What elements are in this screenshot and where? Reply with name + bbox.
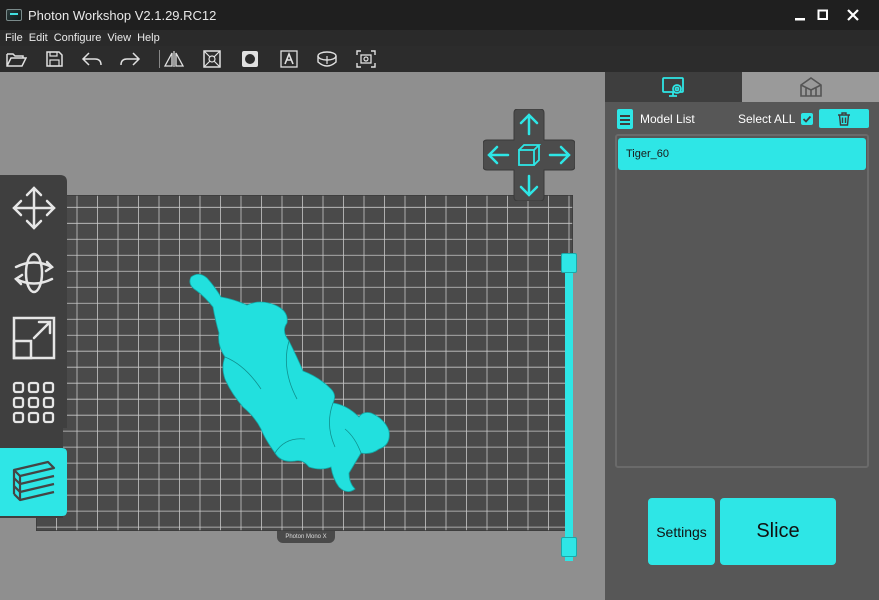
layers-icon[interactable] [5,452,63,512]
toolbar [0,46,879,72]
rotate-icon[interactable] [5,243,63,303]
tab-model-settings[interactable] [605,72,742,102]
menu-help[interactable]: Help [137,32,160,44]
delete-button[interactable] [819,109,869,128]
menu-edit[interactable]: Edit [29,32,48,44]
tiger-model[interactable] [185,269,395,494]
arrow-right-icon[interactable] [547,142,573,168]
view-direction-pad [482,108,576,202]
window-title: Photon Workshop V2.1.29.RC12 [28,7,217,23]
model-list-icon [617,109,633,129]
scale-icon[interactable] [5,308,63,368]
open-folder-icon[interactable] [4,48,28,70]
mirror-icon[interactable] [162,48,186,70]
undo-icon[interactable] [80,48,104,70]
model-list: Tiger_60 [615,134,869,468]
menu-view[interactable]: View [107,32,131,44]
app-icon [6,9,22,21]
maximize-icon[interactable] [812,5,834,25]
tab-supports[interactable] [742,72,879,102]
layer-slider-bottom-handle[interactable] [561,537,577,557]
slice-button[interactable]: Slice [720,498,836,565]
select-all-checkbox[interactable] [801,113,813,125]
save-icon[interactable] [42,48,66,70]
arrow-up-icon[interactable] [516,111,542,137]
view-cube-icon[interactable] [516,142,542,168]
trash-icon [838,111,850,126]
redo-icon[interactable] [118,48,142,70]
model-settings-icon [661,77,684,97]
minimize-icon[interactable] [789,5,811,25]
select-all-label: Select ALL [738,112,796,126]
left-tool-panel [0,175,67,518]
title-bar: Photon Workshop V2.1.29.RC12 [0,0,879,30]
hollow-icon[interactable] [200,48,224,70]
text-icon[interactable] [277,48,301,70]
menu-file[interactable]: File [5,32,23,44]
settings-button[interactable]: Settings [648,498,715,565]
move-icon[interactable] [5,178,63,238]
menu-configure[interactable]: Configure [54,32,102,44]
supports-icon [799,77,822,97]
checkmark-icon [802,115,812,123]
model-list-item[interactable]: Tiger_60 [618,138,866,170]
layer-slider-top-handle[interactable] [561,253,577,273]
menu-bar: File Edit Configure View Help [0,30,879,46]
arrange-icon[interactable] [5,373,63,433]
viewport-3d[interactable]: Photon Mono X [0,72,605,600]
repair-icon[interactable] [315,48,339,70]
right-panel: Model List Select ALL Tiger_60 Settings … [605,72,879,600]
punch-hole-icon[interactable] [238,48,262,70]
screenshot-icon[interactable] [354,48,378,70]
toolbar-separator [159,50,160,68]
close-icon[interactable] [842,5,864,25]
printer-label: Photon Mono X [277,531,335,543]
model-list-label: Model List [640,112,695,126]
model-list-header: Model List Select ALL [605,102,879,136]
layer-slider[interactable] [561,253,577,561]
arrow-left-icon[interactable] [485,142,511,168]
arrow-down-icon[interactable] [516,173,542,199]
